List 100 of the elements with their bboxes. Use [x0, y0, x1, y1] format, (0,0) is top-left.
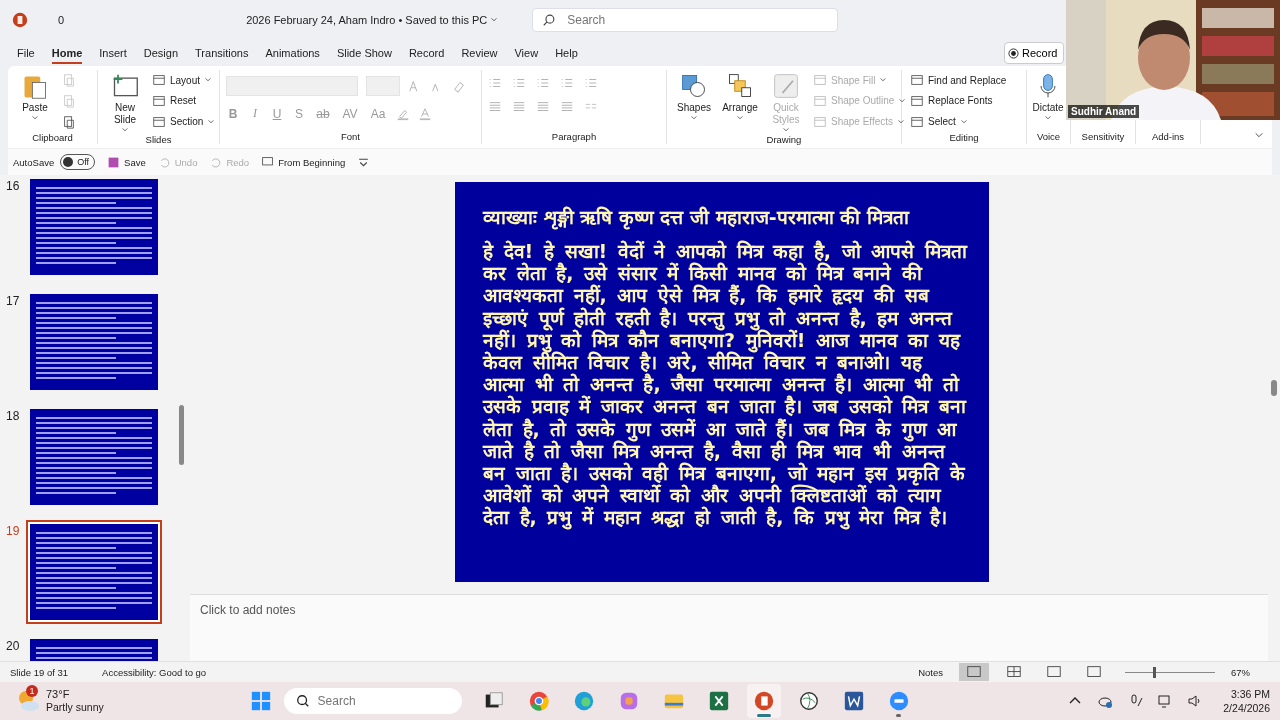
- group-label: Voice: [1035, 131, 1062, 144]
- ribbon-large-button[interactable]: Dictate: [1027, 70, 1069, 131]
- temperature: 73°F: [46, 688, 71, 701]
- chevron-down-icon: [736, 114, 744, 122]
- search-field[interactable]: Search: [532, 8, 839, 32]
- ribbon-button[interactable]: Layout: [152, 73, 216, 88]
- view-icon[interactable]: [959, 663, 989, 681]
- zoom-level[interactable]: 67%: [1231, 666, 1250, 678]
- font-name-field[interactable]: [226, 76, 358, 96]
- command-icon: [813, 114, 827, 129]
- app-icon: [842, 690, 865, 712]
- group-label: Editing: [948, 132, 980, 145]
- ribbon-button[interactable]: Replace Fonts: [910, 94, 1007, 108]
- zoom-slider-thumb[interactable]: [1152, 667, 1156, 678]
- group-label: Font: [340, 131, 361, 144]
- align-icon[interactable]: [512, 100, 526, 114]
- list-icon[interactable]: [488, 76, 502, 90]
- clipboard-tool-icon[interactable]: [62, 114, 76, 129]
- list-icon[interactable]: [584, 76, 598, 90]
- quick-access-icon: [107, 155, 121, 169]
- slide-thumbnail[interactable]: [26, 520, 162, 624]
- chevron-down-icon: [31, 114, 39, 122]
- eraser-icon[interactable]: [452, 79, 466, 93]
- record-icon: [1008, 47, 1019, 59]
- group-label: Sensitivity: [1080, 131, 1126, 144]
- align-icon[interactable]: [488, 100, 502, 114]
- slide-number: 18: [5, 409, 21, 423]
- menu-tab[interactable]: Help: [555, 42, 578, 64]
- align-icon[interactable]: [536, 100, 550, 114]
- command-icon: [813, 94, 827, 108]
- record-button[interactable]: Record: [1004, 42, 1064, 64]
- align-icon[interactable]: [560, 100, 574, 114]
- app-icon: [527, 690, 550, 712]
- list-icon[interactable]: [536, 76, 550, 90]
- group-label: Clipboard: [31, 132, 74, 145]
- command-icon: [152, 94, 166, 108]
- quick-access-icon: [209, 155, 223, 169]
- font-size-field[interactable]: [366, 76, 400, 96]
- group-label: Drawing: [765, 134, 803, 147]
- collapse-ribbon-icon[interactable]: [1254, 130, 1264, 140]
- list-icon[interactable]: [512, 76, 526, 90]
- menu-tab[interactable]: Review: [461, 42, 498, 64]
- document-title[interactable]: 2026 February 24, Aham Indro • Saved to this PC: [246, 14, 499, 26]
- command-icon: [910, 94, 924, 108]
- menu-tab[interactable]: Animations: [265, 42, 320, 64]
- menu-tab[interactable]: Slide Show: [336, 42, 392, 64]
- ribbon-large-button[interactable]: New Slide: [104, 70, 146, 134]
- slide-number: 19: [5, 524, 21, 538]
- list-icon[interactable]: [560, 76, 574, 90]
- command-icon: [152, 73, 166, 88]
- quick-styles-icon: [772, 72, 800, 100]
- search-icon: [542, 13, 557, 27]
- zoom-slider[interactable]: [1125, 666, 1215, 678]
- powerpoint-logo-icon: [12, 12, 28, 28]
- command-icon: [910, 114, 924, 129]
- group-label: Slides: [144, 134, 173, 147]
- participant-name: Sudhir Anand: [1068, 105, 1140, 118]
- ribbon-large-button[interactable]: Paste: [14, 70, 56, 132]
- slide-heading: व्याख्याः शृङ्गी ऋषि कृष्ण दत्त जी महाराज-परमात्मा की मित्रता: [483, 206, 911, 228]
- notes-button[interactable]: Notes: [918, 666, 943, 678]
- menu-tab[interactable]: Home: [51, 42, 83, 64]
- start-icon[interactable]: [249, 690, 272, 712]
- group-label: Paragraph: [550, 131, 598, 144]
- slide-number: 16: [5, 179, 21, 193]
- ribbon-button[interactable]: Find and Replace: [910, 73, 1007, 88]
- menu-tab[interactable]: Record: [408, 42, 445, 64]
- quick-access-icon: [261, 155, 275, 169]
- menu-tab[interactable]: View: [514, 42, 539, 64]
- chevron-down-icon: [782, 126, 790, 134]
- menu-tab[interactable]: Design: [143, 42, 179, 64]
- app-icon: [707, 690, 730, 712]
- ribbon-button[interactable]: Select: [910, 114, 1007, 129]
- menu-tab[interactable]: File: [17, 42, 35, 64]
- font-color-icon[interactable]: [418, 106, 432, 121]
- chevron-down-icon: [898, 97, 907, 105]
- ribbon-button[interactable]: Reset: [152, 94, 216, 108]
- app-icon: [887, 690, 910, 712]
- slide-number: 17: [5, 294, 21, 308]
- accessibility-status[interactable]: Accessibility: Good to go: [102, 666, 207, 678]
- chevron-down-icon: [690, 114, 698, 122]
- taskbar-search-field[interactable]: Search: [283, 688, 462, 714]
- group-label: Add-ins: [1150, 131, 1186, 144]
- app-icon: [797, 690, 820, 712]
- chevron-down-icon: [121, 126, 129, 134]
- menu-tab[interactable]: Insert: [99, 42, 127, 64]
- slide-body: हे देव! हे सखा! वेदों ने आपको मित्र कहा है, जो आपसे मित्रता कर लेता है, उसे संसार में किसी मानव को मित्र बनाने की आवश्यकता नहीं, आप ऐसे मित्र हैं, कि हमारे हृदय की सब इच्छाएं पूर्ण होती रहती है। परन्तु प्रभु तो अनन्त है, हम अनन्त नहीं। प्रभु को मित्र कौन बनाएगा? मुनिवरों! आज मानव का यह केवल सीमित विचार है। अरे, सीमित विचार न बनाओ। यह आत्मा भी तो अनन्त है, जैसा परमात्मा अनन्त है। आत्मा भी तो उसके प्रवाह में जाकर अनन्त बन जाता है। जब उसको मित्र बना लेता है, तो उसके गुण उसमें आ जाते हैं। जब मित्र के गुण आ जाते है तो जैसा मित्र अनन्त है, वैसा ही मित्र भाव भी अनन्त बन जाता है। उसको वही मित्र बनाएगा, जो महान इस प्रकृति के आवेशों को अपने स्वार्थो को और अपनी क्लिष्टताओं को त्याग देता है, प्रभु में महान श्रद्धा हो जाती है, कि प्रभु मेरा मित्र है।: [483, 240, 967, 529]
- slide-counter: Slide 19 of 31: [10, 666, 69, 678]
- arrange-icon: [726, 72, 754, 100]
- quick-access-button[interactable]: From Beginning: [261, 155, 346, 169]
- chevron-down-icon: [490, 16, 499, 24]
- ribbon-large-button[interactable]: Shapes: [673, 70, 715, 134]
- ribbon-button[interactable]: Section: [152, 114, 216, 129]
- ribbon-large-button[interactable]: Arrange: [719, 70, 761, 134]
- notification-badge: 1: [26, 685, 38, 697]
- chevron-down-icon: [207, 117, 216, 126]
- autosave-count: 0: [58, 14, 65, 26]
- menu-tab[interactable]: Transitions: [195, 42, 249, 64]
- notes-field[interactable]: Click to add notes: [190, 594, 1268, 661]
- clock[interactable]: 3:36 PM 2/24/2026: [1223, 687, 1270, 715]
- quick-access-button[interactable]: Save: [107, 155, 146, 169]
